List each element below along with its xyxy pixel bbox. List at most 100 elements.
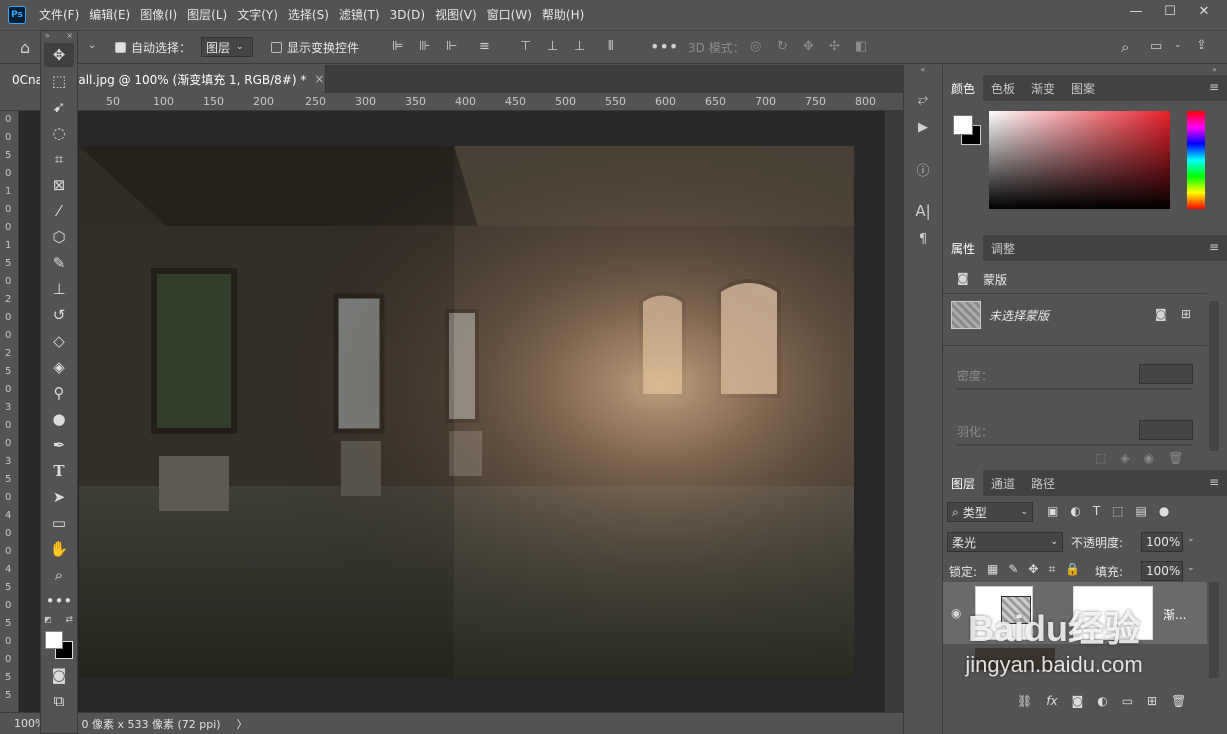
maximize-button[interactable]: ☐	[1155, 0, 1185, 22]
opacity-field[interactable]: 100%	[1141, 532, 1183, 552]
menu-file[interactable]: 文件(F)	[34, 0, 84, 30]
marquee-tool-icon[interactable]: ⬚	[44, 69, 74, 93]
home-icon[interactable]: ⌂	[20, 38, 30, 57]
load-selection-icon[interactable]: ⬚	[1095, 451, 1106, 465]
menu-3d[interactable]: 3D(D)	[385, 0, 430, 30]
3d-orbit-icon[interactable]: ◎	[750, 39, 761, 54]
pen-tool-icon[interactable]: ✒	[44, 433, 74, 457]
tab-adjustments[interactable]: 调整	[983, 235, 1023, 261]
workspace-icon[interactable]: ▭	[1150, 39, 1162, 54]
menu-filter[interactable]: 滤镜(T)	[334, 0, 385, 30]
tab-patterns[interactable]: 图案	[1063, 75, 1103, 101]
3d-roll-icon[interactable]: ↻	[777, 39, 788, 54]
info-panel-icon[interactable]: ⓘ	[904, 155, 942, 183]
default-colors-icon[interactable]: ◩	[44, 615, 52, 624]
align-right-icon[interactable]: ⊩	[446, 39, 457, 54]
new-group-icon[interactable]: ▭	[1122, 694, 1133, 708]
delete-mask-icon[interactable]: 🗑	[1168, 451, 1183, 465]
filter-smart-object-icon[interactable]: ▤	[1136, 504, 1147, 518]
type-tool-icon[interactable]: T	[44, 459, 74, 483]
filter-type-icon[interactable]: T	[1093, 504, 1100, 518]
3d-scale-icon[interactable]: ◧	[855, 39, 867, 54]
menu-select[interactable]: 选择(S)	[283, 0, 334, 30]
path-select-tool-icon[interactable]: ➤	[44, 485, 74, 509]
apply-mask-icon[interactable]: ◈	[1120, 451, 1129, 465]
tab-close-icon[interactable]: ×	[314, 72, 324, 86]
stamp-tool-icon[interactable]: ⊥	[44, 277, 74, 301]
menu-help[interactable]: 帮助(H)	[537, 0, 589, 30]
tab-paths[interactable]: 路径	[1023, 470, 1063, 496]
tab-properties[interactable]: 属性	[943, 235, 984, 261]
new-adjustment-layer-icon[interactable]: ◐	[1097, 694, 1107, 708]
character-panel-icon[interactable]: A|	[904, 197, 942, 225]
add-vector-mask-icon[interactable]: ⊞	[1181, 307, 1191, 321]
3d-pan-icon[interactable]: ✥	[803, 39, 814, 54]
gradient-tool-icon[interactable]: ◈	[44, 355, 74, 379]
tool-preset-chevron-icon[interactable]: ⌄	[88, 40, 96, 51]
lock-all-icon[interactable]: 🔒	[1065, 562, 1080, 577]
properties-scrollbar[interactable]	[1209, 301, 1219, 451]
visibility-icon[interactable]: ◉	[1144, 451, 1154, 465]
lasso-tool-icon[interactable]: ➹	[44, 95, 74, 119]
filter-shape-icon[interactable]: ⬚	[1112, 504, 1123, 518]
zoom-tool-icon[interactable]: ⌕	[44, 563, 74, 587]
layer-name[interactable]: 渐...	[1163, 606, 1186, 623]
minimize-button[interactable]: —	[1121, 0, 1151, 22]
share-icon[interactable]: ⇪	[1196, 38, 1207, 53]
document-canvas[interactable]	[79, 146, 854, 678]
tab-layers[interactable]: 图层	[943, 470, 984, 496]
menu-view[interactable]: 视图(V)	[430, 0, 482, 30]
panel-menu-icon[interactable]: ≡	[1209, 475, 1219, 489]
menu-layer[interactable]: 图层(L)	[182, 0, 232, 30]
collapse-icon[interactable]: »	[45, 31, 50, 41]
more-tools-icon[interactable]: •••	[44, 589, 74, 613]
collapse-panels-icon[interactable]: »	[943, 65, 1227, 75]
panel-menu-icon[interactable]: ≡	[1209, 240, 1219, 254]
hue-slider[interactable]	[1187, 111, 1205, 209]
filter-pixel-icon[interactable]: ▣	[1047, 504, 1058, 518]
lock-artboard-icon[interactable]: ⌗	[1048, 562, 1055, 577]
layers-scrollbar[interactable]	[1209, 582, 1219, 678]
move-tool-icon[interactable]: ✥	[44, 43, 74, 67]
history-brush-tool-icon[interactable]: ↺	[44, 303, 74, 327]
feather-field[interactable]	[1139, 420, 1193, 440]
eyedropper-tool-icon[interactable]: ⁄	[44, 199, 74, 223]
foreground-color-swatch[interactable]	[45, 631, 63, 649]
filter-adjustment-icon[interactable]: ◐	[1070, 504, 1080, 518]
density-field[interactable]	[1139, 364, 1193, 384]
frame-tool-icon[interactable]: ⊠	[44, 173, 74, 197]
distribute-v-icon[interactable]: ⫴	[608, 39, 613, 54]
blur-tool-icon[interactable]: ⚲	[44, 381, 74, 405]
filter-toggle-icon[interactable]: ●	[1159, 504, 1169, 518]
quick-mask-icon[interactable]: ◙	[44, 663, 74, 687]
blend-mode-dropdown[interactable]: 柔光 ⌄	[947, 532, 1063, 552]
new-layer-icon[interactable]: ⊞	[1147, 694, 1157, 708]
add-mask-icon[interactable]: ◙	[1072, 694, 1084, 708]
link-layers-icon[interactable]: ⛓	[1017, 694, 1032, 708]
dodge-tool-icon[interactable]: ●	[44, 407, 74, 431]
show-transform-checkbox[interactable]	[271, 42, 282, 53]
align-left-icon[interactable]: ⊫	[392, 39, 403, 54]
more-options-icon[interactable]: •••	[650, 37, 678, 56]
quick-select-tool-icon[interactable]: ◌	[44, 121, 74, 145]
mask-thumbnail[interactable]	[951, 301, 981, 329]
vertical-scrollbar[interactable]	[885, 111, 903, 713]
fx-icon[interactable]: fx	[1046, 694, 1057, 708]
delete-layer-icon[interactable]: 🗑	[1171, 694, 1186, 708]
lock-pixels-icon[interactable]: ✎	[1008, 562, 1018, 577]
history-panel-icon[interactable]: ⥂	[904, 85, 942, 113]
close-window-button[interactable]: ✕	[1189, 0, 1219, 22]
auto-select-checkbox[interactable]	[115, 42, 126, 53]
actions-panel-icon[interactable]: ▶	[904, 113, 942, 141]
crop-tool-icon[interactable]: ⌗	[44, 147, 74, 171]
rectangle-tool-icon[interactable]: ▭	[44, 511, 74, 535]
3d-slide-icon[interactable]: ✣	[829, 39, 840, 54]
layer-filter-dropdown[interactable]: ⌕ 类型 ⌄	[947, 502, 1033, 522]
tab-color[interactable]: 颜色	[943, 75, 984, 101]
align-center-h-icon[interactable]: ⊪	[419, 39, 430, 54]
workspace-chevron-icon[interactable]: ⌄	[1174, 40, 1182, 50]
fill-chevron-icon[interactable]: ⌄	[1187, 563, 1195, 573]
distribute-icon[interactable]: ≡	[479, 39, 490, 54]
lock-transparency-icon[interactable]: ▦	[987, 562, 998, 577]
menu-image[interactable]: 图像(I)	[135, 0, 182, 30]
